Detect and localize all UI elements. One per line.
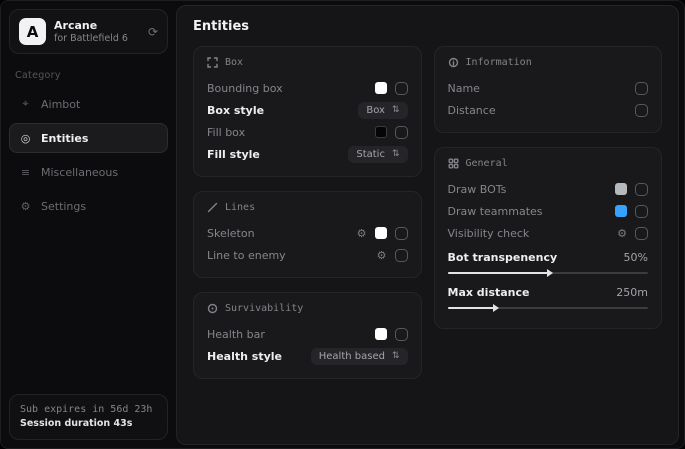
app-header-card: A Arcane for Battlefield 6 ⟳ — [9, 9, 168, 54]
sub-expiry-text: Sub expires in 56d 23h — [20, 403, 157, 417]
color-swatch[interactable] — [375, 328, 387, 340]
color-swatch[interactable] — [615, 183, 627, 195]
lines-card: Lines Skeleton ⚙ Line to enemy ⚙ — [193, 191, 422, 278]
box-corners-icon — [207, 57, 218, 68]
app-title: Arcane — [54, 19, 140, 33]
health-style-row: Health style Health based ⇅ — [207, 345, 408, 367]
sliders-icon: ≡ — [19, 166, 32, 179]
color-swatch[interactable] — [615, 205, 627, 217]
app-subtitle: for Battlefield 6 — [54, 33, 140, 45]
row-label: Bot transpenency — [448, 251, 558, 264]
health-icon — [207, 303, 218, 314]
row-label: Draw teammates — [448, 205, 543, 218]
distance-checkbox[interactable] — [635, 104, 648, 117]
sidebar-item-label: Entities — [41, 132, 88, 145]
box-card: Box Bounding box Box style Box ⇅ — [193, 46, 422, 177]
sidebar-item-label: Settings — [41, 200, 86, 213]
bot-transparency-slider[interactable] — [448, 269, 649, 277]
information-card: Information Name Distance — [434, 46, 663, 133]
visibility-check-checkbox[interactable] — [635, 227, 648, 240]
session-duration-text: Session duration 43s — [20, 417, 157, 431]
draw-bots-checkbox[interactable] — [635, 183, 648, 196]
page-title: Entities — [193, 19, 662, 34]
crosshair-icon: ⌖ — [19, 97, 32, 111]
row-label: Health style — [207, 350, 282, 363]
bot-transparency-group: Bot transpenency 50% — [448, 247, 649, 277]
visibility-check-row: Visibility check ⚙ — [448, 222, 649, 244]
app-logo: A — [19, 18, 46, 45]
info-icon — [448, 57, 459, 68]
row-label: Distance — [448, 104, 496, 117]
general-card: General Draw BOTs Draw teammates — [434, 147, 663, 329]
gear-icon[interactable]: ⚙ — [617, 228, 627, 239]
draw-teammates-row: Draw teammates — [448, 200, 649, 222]
survivability-card: Survivability Health bar Health style He… — [193, 292, 422, 379]
health-bar-checkbox[interactable] — [395, 328, 408, 341]
information-card-header: Information — [448, 57, 649, 68]
color-swatch[interactable] — [375, 82, 387, 94]
fill-style-row: Fill style Static ⇅ — [207, 143, 408, 165]
draw-bots-row: Draw BOTs — [448, 178, 649, 200]
box-style-dropdown[interactable]: Box ⇅ — [358, 102, 407, 119]
name-row: Name — [448, 77, 649, 99]
fill-box-row: Fill box — [207, 121, 408, 143]
refresh-icon[interactable]: ⟳ — [148, 25, 158, 39]
sidebar-item-entities[interactable]: ◎ Entities — [9, 123, 168, 153]
slider-value: 250m — [616, 286, 648, 299]
row-label: Health bar — [207, 328, 265, 341]
entities-icon: ◎ — [19, 132, 32, 145]
line-to-enemy-checkbox[interactable] — [395, 249, 408, 262]
fill-style-dropdown[interactable]: Static ⇅ — [348, 146, 407, 163]
sidebar-item-aimbot[interactable]: ⌖ Aimbot — [9, 89, 168, 119]
general-card-header: General — [448, 158, 649, 169]
updown-arrows-icon: ⇅ — [392, 149, 400, 159]
sidebar-item-settings[interactable]: ⚙ Settings — [9, 191, 168, 221]
row-label: Visibility check — [448, 227, 530, 240]
updown-arrows-icon: ⇅ — [392, 105, 400, 115]
updown-arrows-icon: ⇅ — [392, 351, 400, 361]
gear-icon[interactable]: ⚙ — [377, 250, 387, 261]
line-to-enemy-row: Line to enemy ⚙ — [207, 244, 408, 266]
color-swatch[interactable] — [375, 227, 387, 239]
category-label: Category — [15, 70, 162, 81]
bounding-box-checkbox[interactable] — [395, 82, 408, 95]
slider-value: 50% — [624, 251, 648, 264]
main-panel: Entities Box Bounding box — [176, 5, 679, 445]
row-label: Box style — [207, 104, 264, 117]
name-checkbox[interactable] — [635, 82, 648, 95]
sidebar-item-label: Miscellaneous — [41, 166, 118, 179]
row-label: Draw BOTs — [448, 183, 507, 196]
sidebar-item-miscellaneous[interactable]: ≡ Miscellaneous — [9, 157, 168, 187]
distance-row: Distance — [448, 99, 649, 121]
lines-card-header: Lines — [207, 202, 408, 213]
row-label: Line to enemy — [207, 249, 286, 262]
draw-teammates-checkbox[interactable] — [635, 205, 648, 218]
survivability-card-header: Survivability — [207, 303, 408, 314]
health-bar-row: Health bar — [207, 323, 408, 345]
max-distance-group: Max distance 250m — [448, 282, 649, 312]
sidebar: A Arcane for Battlefield 6 ⟳ Category ⌖ … — [1, 1, 176, 448]
fill-box-checkbox[interactable] — [395, 126, 408, 139]
row-label: Name — [448, 82, 480, 95]
box-style-row: Box style Box ⇅ — [207, 99, 408, 121]
app-window: A Arcane for Battlefield 6 ⟳ Category ⌖ … — [0, 0, 685, 449]
gear-icon[interactable]: ⚙ — [357, 228, 367, 239]
max-distance-slider[interactable] — [448, 304, 649, 312]
row-label: Fill box — [207, 126, 245, 139]
subscription-status-card: Sub expires in 56d 23h Session duration … — [9, 394, 168, 440]
gear-icon: ⚙ — [19, 200, 32, 213]
box-card-header: Box — [207, 57, 408, 68]
grid-icon — [448, 158, 459, 169]
row-label: Skeleton — [207, 227, 255, 240]
bounding-box-row: Bounding box — [207, 77, 408, 99]
skeleton-row: Skeleton ⚙ — [207, 222, 408, 244]
color-swatch[interactable] — [375, 126, 387, 138]
line-icon — [207, 202, 218, 213]
sidebar-item-label: Aimbot — [41, 98, 80, 111]
row-label: Fill style — [207, 148, 260, 161]
row-label: Bounding box — [207, 82, 283, 95]
health-style-dropdown[interactable]: Health based ⇅ — [311, 348, 408, 365]
row-label: Max distance — [448, 286, 530, 299]
skeleton-checkbox[interactable] — [395, 227, 408, 240]
